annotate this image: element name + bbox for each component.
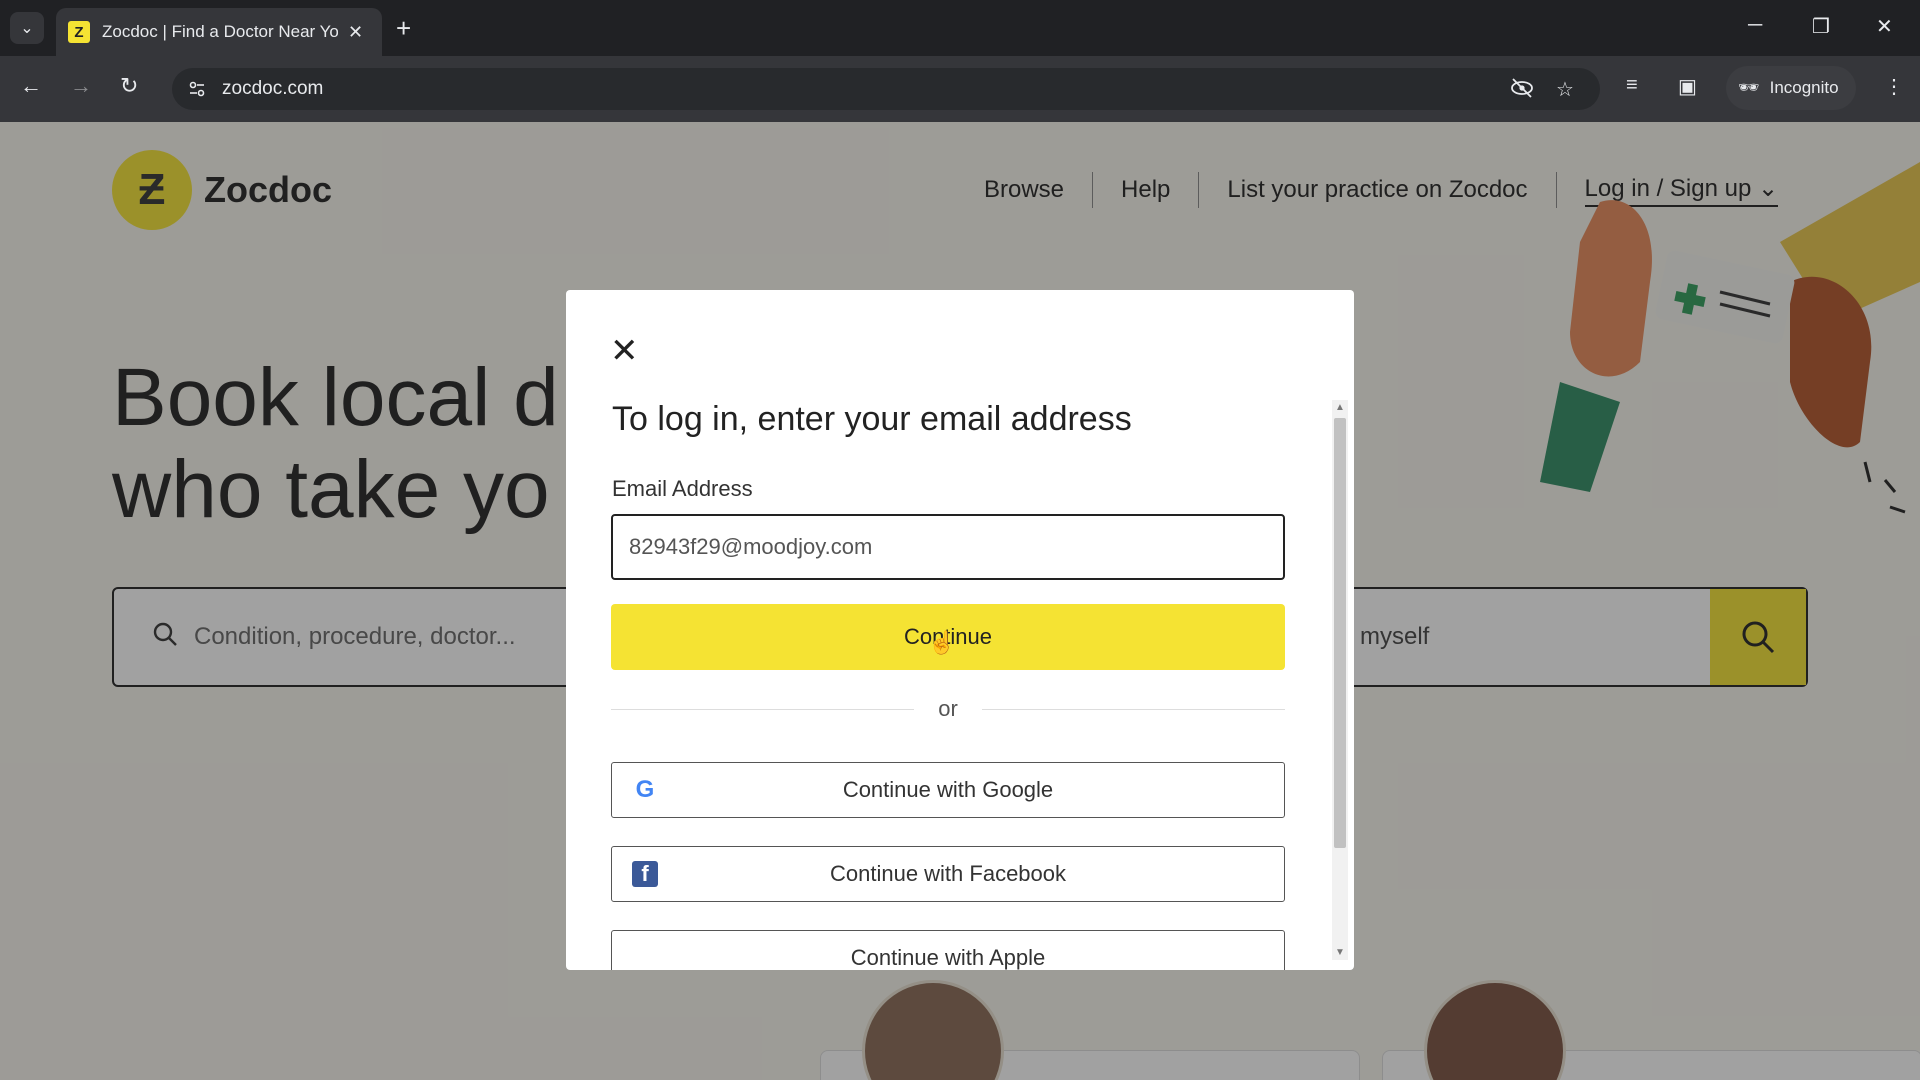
address-bar[interactable]: zocdoc.com ☆ <box>172 68 1600 110</box>
continue-with-google-button-face[interactable]: G Continue with Google <box>611 762 1285 818</box>
media-queue-icon[interactable]: ≡ <box>1626 74 1638 97</box>
tab-list-chevron-icon[interactable]: ⌄ <box>10 12 44 44</box>
incognito-label: Incognito <box>1769 78 1839 97</box>
email-label: Email Address <box>612 476 753 501</box>
tab-title: Zocdoc | Find a Doctor Near Yo <box>102 22 338 41</box>
scroll-up-arrow-icon[interactable]: ▲ <box>1335 402 1345 413</box>
hand-cursor-icon: ☝ <box>928 630 956 655</box>
eye-off-icon[interactable] <box>1510 77 1534 105</box>
google-label: Continue with Google <box>842 777 1054 802</box>
close-icon[interactable]: ✕ <box>610 334 639 368</box>
back-arrow-icon[interactable]: ← <box>20 74 42 98</box>
page-viewport: Ƶ Zocdoc Browse Help List your practice … <box>0 122 1920 1080</box>
bookmark-star-icon[interactable]: ☆ <box>1556 77 1574 102</box>
email-field[interactable]: 82943f29@moodjoy.com <box>611 514 1285 580</box>
or-label: or <box>938 696 958 721</box>
or-divider: or <box>611 694 1285 724</box>
facebook-icon: f <box>632 861 658 887</box>
minimize-icon[interactable]: ─ <box>1748 14 1762 37</box>
new-tab-plus-icon[interactable]: + <box>396 14 411 42</box>
browser-tab[interactable]: Z Zocdoc | Find a Doctor Near Yo ✕ <box>56 8 382 56</box>
incognito-icon: 🕶 <box>1738 78 1760 97</box>
continue-with-facebook-button[interactable]: f Continue with Facebook <box>611 846 1285 902</box>
scroll-down-arrow-icon[interactable]: ▼ <box>1335 947 1345 958</box>
login-modal: ✕ To log in, enter your email address Em… <box>566 290 1354 970</box>
url-text: zocdoc.com <box>222 78 324 99</box>
browser-titlebar: ⌄ Z Zocdoc | Find a Doctor Near Yo ✕ + ─… <box>0 0 1920 56</box>
apple-label: Continue with Apple <box>850 945 1046 970</box>
site-settings-icon[interactable] <box>184 76 210 102</box>
tab-close-icon[interactable]: ✕ <box>348 22 363 43</box>
restore-icon[interactable]: ❐ <box>1812 14 1830 39</box>
incognito-badge[interactable]: 🕶 Incognito <box>1726 66 1856 110</box>
apple-icon <box>632 945 658 970</box>
window-close-icon[interactable]: ✕ <box>1876 14 1893 39</box>
modal-scrollbar[interactable]: ▲ ▼ <box>1332 400 1348 960</box>
divider-line <box>981 708 1285 710</box>
forward-arrow-icon[interactable]: → <box>70 74 92 98</box>
zocdoc-favicon-icon: Z <box>68 21 90 43</box>
modal-heading: To log in, enter your email address <box>612 400 1132 438</box>
facebook-label: Continue with Facebook <box>829 861 1067 886</box>
side-panel-icon[interactable]: ▣ <box>1678 74 1697 99</box>
scrollbar-thumb[interactable] <box>1334 418 1346 848</box>
browser-toolbar: ← → ↻ zocdoc.com ☆ ≡ ▣ 🕶 Incognito ⋮ <box>0 56 1920 122</box>
google-icon: G <box>635 776 655 803</box>
continue-with-apple-button[interactable]: Continue with Apple <box>611 930 1285 970</box>
reload-icon[interactable]: ↻ <box>120 74 138 98</box>
divider-line <box>611 708 915 710</box>
browser-menu-icon[interactable]: ⋮ <box>1884 74 1904 99</box>
